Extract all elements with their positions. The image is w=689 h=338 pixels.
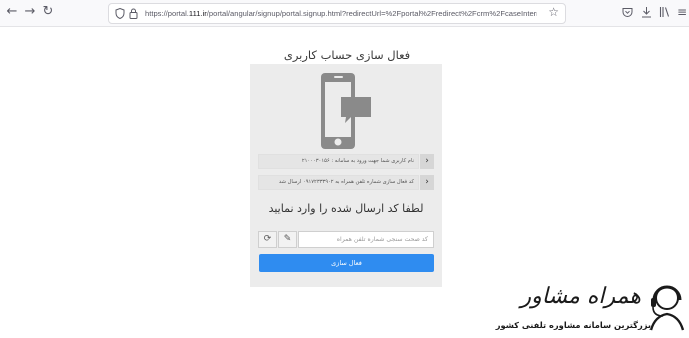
edit-phone-button[interactable]: ✎	[278, 231, 297, 248]
enter-code-prompt: لطفا کد ارسال شده را وارد نمایید	[268, 202, 424, 215]
url-host: 111.ir	[188, 9, 207, 18]
code-sent-info-row: کد فعال سازی شماره تلفن همراه به ۰۹۱۷۲۳۳…	[258, 175, 434, 190]
verification-code-input[interactable]	[298, 231, 434, 248]
star-icon[interactable]: ☆	[548, 5, 559, 19]
username-info-row: نام کاربری شما جهت ورود به سامانه : ۲۱۰۰…	[258, 154, 434, 169]
chevron-right-icon: ›	[420, 175, 434, 190]
menu-icon[interactable]: ≡	[674, 4, 689, 20]
forward-icon[interactable]: →	[22, 4, 38, 20]
url-path: /portal/angular/signup/portal.signup.htm…	[206, 9, 537, 18]
reload-icon[interactable]: ↻	[40, 4, 56, 20]
back-icon[interactable]: ←	[4, 4, 20, 20]
verification-input-group: ⟳ ✎	[258, 231, 434, 248]
brand-logo: همراه مشاور بزرگترین سامانه مشاوره تلفنی…	[496, 278, 689, 338]
mobile-phone-icon	[321, 73, 371, 149]
address-bar[interactable]: https://portal.111.ir/portal/angular/sig…	[108, 3, 566, 24]
code-sent-info-text: کد فعال سازی شماره تلفن همراه به ۰۹۱۷۲۳۳…	[258, 175, 419, 190]
url-prefix: https://portal.	[145, 9, 189, 18]
url-text[interactable]: https://portal.111.ir/portal/angular/sig…	[145, 4, 537, 23]
refresh-code-button[interactable]: ⟳	[258, 231, 277, 248]
shield-icon[interactable]	[115, 8, 125, 19]
pencil-icon: ✎	[283, 234, 292, 244]
library-icon[interactable]	[659, 6, 670, 18]
username-info-text: نام کاربری شما جهت ورود به سامانه : ۲۱۰۰…	[258, 154, 419, 169]
chevron-right-icon: ›	[420, 154, 434, 169]
lock-icon[interactable]	[129, 8, 138, 19]
pocket-icon[interactable]	[622, 7, 633, 18]
brand-tagline: بزرگترین سامانه مشاوره تلفنی کشور	[495, 320, 651, 330]
download-icon[interactable]	[641, 6, 652, 18]
brand-name: همراه مشاور	[520, 284, 641, 309]
page-title: فعال سازی حساب کاربری	[283, 48, 411, 62]
browser-toolbar: ← → ↻ https://portal.111.ir/portal/angul…	[0, 0, 689, 27]
activate-button[interactable]: فعال سازی	[259, 254, 434, 272]
headset-advisor-icon	[649, 285, 685, 331]
refresh-icon: ⟳	[263, 234, 272, 244]
